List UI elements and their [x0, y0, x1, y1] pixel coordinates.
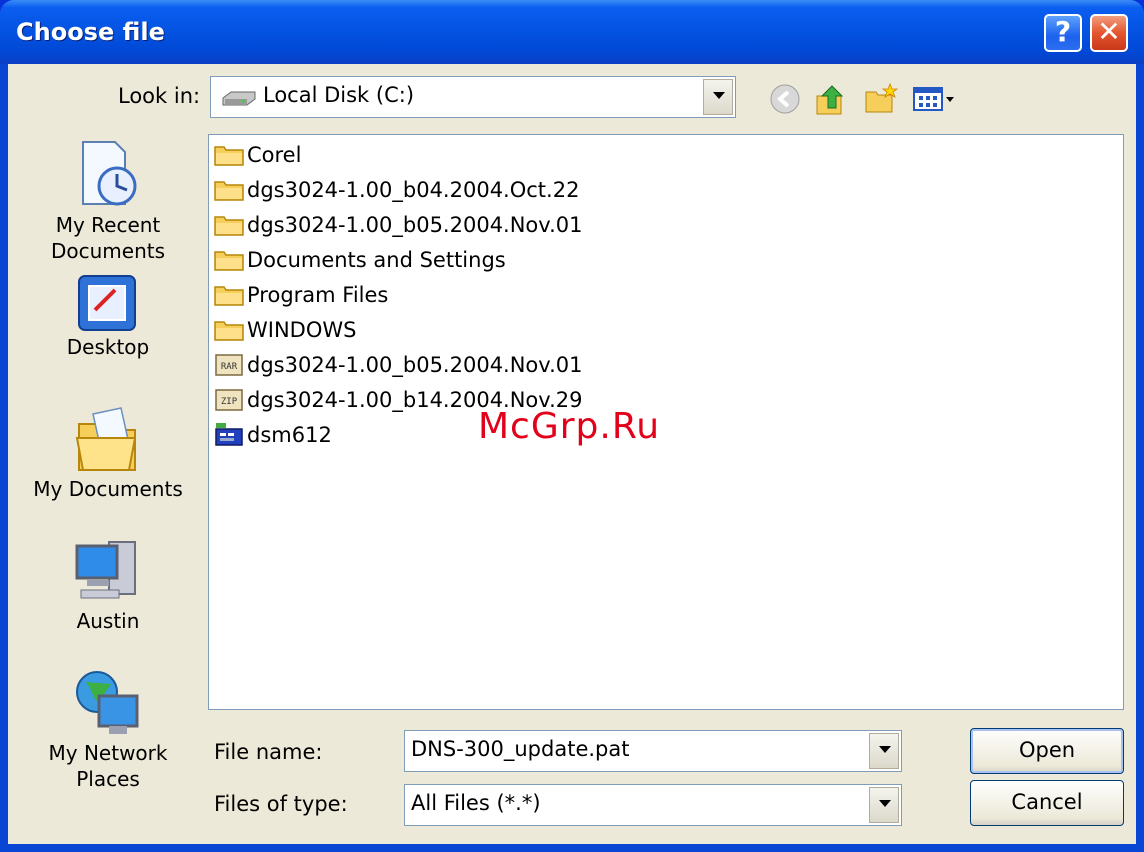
place-label: My Recent [55, 213, 161, 237]
help-button[interactable]: ? [1044, 14, 1082, 52]
filename-label: File name: [214, 740, 323, 764]
filetype-value: All Files (*.*) [411, 791, 541, 815]
place-label: My Network [48, 741, 168, 765]
folder-icon [214, 181, 244, 201]
filetype-dropdown[interactable]: All Files (*.*) [404, 784, 902, 826]
filename-value: DNS-300_update.pat [411, 737, 630, 761]
filename-dropdown-arrow[interactable] [869, 733, 899, 769]
folder-icon [214, 216, 244, 236]
file-list[interactable]: Corel dgs3024-1.00_b04.2004.Oct.22 dgs30… [208, 134, 1124, 710]
place-label: My Documents [33, 477, 183, 501]
file-name: WINDOWS [247, 318, 357, 342]
file-name: dgs3024-1.00_b05.2004.Nov.01 [247, 353, 583, 377]
desktop-icon [78, 275, 136, 331]
file-item-folder[interactable]: Program Files [213, 279, 388, 311]
rar-archive-icon: RAR [215, 354, 243, 376]
file-item-folder[interactable]: dgs3024-1.00_b04.2004.Oct.22 [213, 174, 579, 206]
close-button[interactable]: ✕ [1090, 14, 1128, 52]
place-label: Desktop [66, 335, 150, 359]
lookin-dropdown[interactable]: Local Disk (C:) [210, 76, 736, 118]
new-folder-icon[interactable] [864, 82, 898, 116]
zip-archive-icon: ZIP [215, 389, 243, 411]
up-folder-icon[interactable] [814, 82, 848, 118]
file-name: Program Files [247, 283, 389, 307]
filename-input[interactable]: DNS-300_update.pat [404, 730, 902, 772]
svg-text:RAR: RAR [221, 362, 238, 372]
folder-icon [214, 251, 244, 271]
place-label: Documents [50, 239, 166, 263]
dialog-body: Look in: Local Disk (C:) My Recent Docum… [8, 64, 1136, 844]
drive-icon [222, 91, 256, 106]
place-my-documents[interactable]: My Documents [8, 404, 208, 502]
folder-icon [214, 146, 244, 166]
title-bar[interactable]: Choose file ? ✕ [0, 0, 1144, 64]
place-network[interactable]: My Network Places [8, 666, 208, 792]
view-menu-icon[interactable] [912, 82, 958, 116]
svg-text:ZIP: ZIP [221, 397, 238, 407]
file-name: dsm612 [247, 423, 332, 447]
computer-icon [75, 541, 136, 599]
my-documents-icon [75, 407, 137, 471]
application-icon [215, 423, 243, 446]
place-my-computer[interactable]: Austin [8, 536, 208, 634]
place-recent-documents[interactable]: My Recent Documents [8, 138, 208, 264]
file-item-application[interactable]: dsm612 [213, 419, 332, 451]
file-name: dgs3024-1.00_b04.2004.Oct.22 [247, 178, 580, 202]
cancel-button[interactable]: Cancel [970, 780, 1124, 826]
filetype-label: Files of type: [214, 792, 348, 816]
network-places-icon [76, 671, 139, 734]
place-label: Austin [76, 609, 140, 633]
file-item-folder[interactable]: dgs3024-1.00_b05.2004.Nov.01 [213, 209, 582, 241]
file-item-folder[interactable]: Documents and Settings [213, 244, 506, 276]
file-item-archive[interactable]: RAR dgs3024-1.00_b05.2004.Nov.01 [213, 349, 582, 381]
filetype-dropdown-arrow[interactable] [869, 787, 899, 823]
recent-documents-icon [82, 141, 137, 206]
file-item-folder[interactable]: WINDOWS [213, 314, 356, 346]
lookin-label: Look in: [118, 84, 201, 108]
back-icon[interactable] [768, 82, 802, 116]
folder-icon [214, 286, 244, 306]
file-item-folder[interactable]: Corel [213, 139, 301, 171]
open-button[interactable]: Open [970, 728, 1124, 774]
file-name: dgs3024-1.00_b05.2004.Nov.01 [247, 213, 583, 237]
folder-icon [214, 321, 244, 341]
lookin-value: Local Disk (C:) [263, 83, 415, 107]
lookin-dropdown-arrow[interactable] [703, 79, 733, 115]
choose-file-dialog: Choose file ? ✕ Look in: Local Disk (C:) [0, 0, 1144, 852]
watermark-text: McGrp.Ru [478, 406, 661, 447]
place-desktop[interactable]: Desktop [8, 272, 208, 360]
window-title: Choose file [16, 18, 165, 46]
place-label: Places [76, 767, 140, 791]
file-name: Corel [247, 143, 302, 167]
file-name: Documents and Settings [247, 248, 506, 272]
